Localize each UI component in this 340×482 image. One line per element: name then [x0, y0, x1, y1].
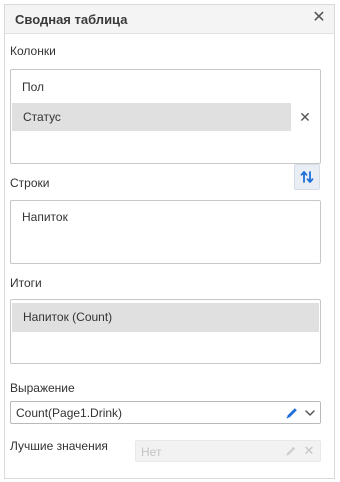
- totals-dropzone[interactable]: Напиток (Count): [10, 299, 321, 364]
- totals-label: Итоги: [10, 276, 42, 290]
- expression-value: Count(Page1.Drink): [16, 406, 123, 420]
- rows-item-label: Напиток: [22, 210, 68, 224]
- panel-title: Сводная таблица: [15, 12, 128, 27]
- rows-dropzone[interactable]: Напиток: [10, 200, 321, 264]
- swap-rows-columns-button[interactable]: [294, 164, 320, 190]
- best-values-field: Нет ✕: [135, 440, 321, 462]
- best-values-label: Лучшие значения: [10, 439, 108, 453]
- columns-item-label: Статус: [23, 110, 61, 124]
- columns-item-pol[interactable]: Пол: [11, 73, 320, 101]
- rows-label: Строки: [10, 176, 50, 190]
- edit-pencil-icon: [284, 444, 298, 458]
- expression-select[interactable]: Count(Page1.Drink): [10, 401, 321, 424]
- columns-item-status[interactable]: Статус ✕: [12, 103, 319, 131]
- rows-item-drink[interactable]: Напиток: [11, 203, 320, 231]
- expression-label: Выражение: [10, 381, 75, 395]
- swap-vertical-icon: [299, 169, 315, 185]
- columns-dropzone[interactable]: Пол Статус ✕: [10, 69, 321, 164]
- best-values-value: Нет: [141, 445, 162, 459]
- totals-item-drink-count[interactable]: Напиток (Count): [12, 303, 319, 332]
- columns-item-label: Пол: [22, 80, 45, 94]
- clear-icon: ✕: [303, 443, 315, 458]
- panel-header: Сводная таблица ✕: [5, 5, 334, 34]
- edit-pencil-icon[interactable]: [284, 405, 300, 421]
- totals-item-label: Напиток (Count): [23, 310, 113, 324]
- chevron-down-icon[interactable]: [303, 405, 317, 421]
- columns-label: Колонки: [10, 44, 56, 58]
- remove-item-icon[interactable]: ✕: [290, 103, 319, 131]
- close-icon[interactable]: ✕: [310, 9, 328, 27]
